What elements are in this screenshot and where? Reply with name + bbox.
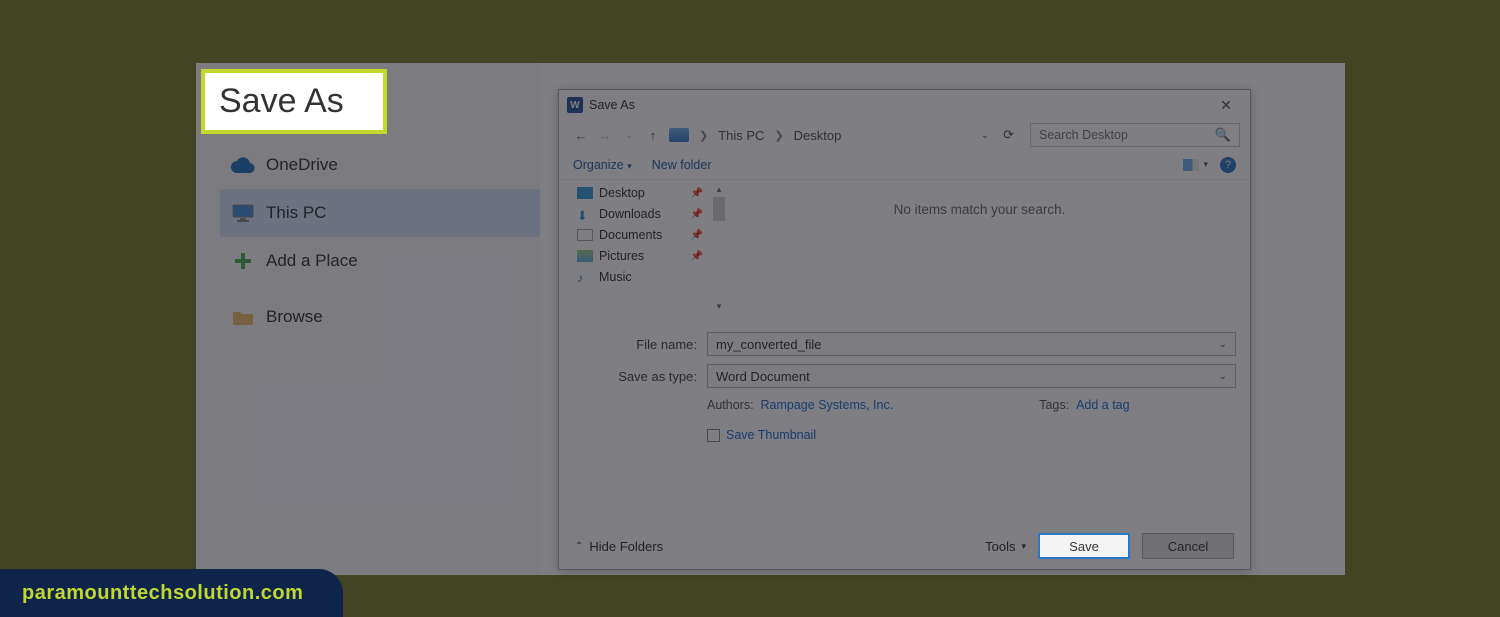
save-form: File name: my_converted_file ⌄ Save as t… xyxy=(559,326,1250,442)
tools-menu[interactable]: Tools ▾ xyxy=(985,539,1026,554)
pin-icon: 📌 xyxy=(691,188,703,199)
save-thumbnail-checkbox[interactable] xyxy=(707,429,720,442)
authors-label: Authors: xyxy=(707,398,754,412)
screenshot-canvas: Save As OneDrive This PC Add a Place xyxy=(196,63,1345,575)
sidebar-item-label: OneDrive xyxy=(266,155,338,175)
back-button[interactable]: ← xyxy=(569,128,593,143)
breadcrumb-dropdown-icon[interactable]: ⌄ xyxy=(973,130,997,141)
download-icon: ⬇ xyxy=(577,208,593,220)
caret-up-icon: ⌃ xyxy=(575,541,583,552)
plus-icon xyxy=(220,251,266,271)
close-button[interactable]: ✕ xyxy=(1210,95,1242,116)
tags-value[interactable]: Add a tag xyxy=(1076,398,1130,412)
page-title-text: Save As xyxy=(219,82,344,121)
save-thumbnail-label[interactable]: Save Thumbnail xyxy=(726,428,816,442)
dialog-toolbar: Organize ▾ New folder ▾ ? xyxy=(559,150,1250,180)
folder-icon xyxy=(220,309,266,325)
chevron-right-icon: ❯ xyxy=(774,129,783,142)
hide-folders-toggle[interactable]: ⌃ Hide Folders xyxy=(575,539,663,554)
search-input[interactable] xyxy=(1039,128,1211,142)
watermark-pill: paramounttechsolution.com xyxy=(0,569,343,617)
chevron-down-icon[interactable]: ⌄ xyxy=(1219,339,1227,350)
file-name-label: File name: xyxy=(573,337,697,352)
refresh-button[interactable]: ⟳ xyxy=(997,127,1020,143)
authors-value[interactable]: Rampage Systems, Inc. xyxy=(761,398,894,412)
caret-down-icon: ▾ xyxy=(1203,159,1208,170)
file-name-field[interactable]: my_converted_file ⌄ xyxy=(707,332,1236,356)
sidebar-item-label: This PC xyxy=(266,203,326,223)
pin-icon: 📌 xyxy=(691,230,703,241)
scroll-up-icon[interactable]: ▴ xyxy=(717,184,722,195)
up-button[interactable]: ↑ xyxy=(641,128,665,143)
breadcrumb-segment[interactable]: Desktop xyxy=(794,128,842,143)
document-icon xyxy=(577,229,593,241)
sidebar-item-onedrive[interactable]: OneDrive xyxy=(220,141,540,189)
tree-item-label: Documents xyxy=(599,228,662,242)
save-button[interactable]: Save xyxy=(1038,533,1130,559)
save-type-field[interactable]: Word Document ⌄ xyxy=(707,364,1236,388)
forward-button: → xyxy=(593,128,617,143)
tree-item-music[interactable]: ♪ Music xyxy=(577,270,709,284)
drive-icon xyxy=(669,128,689,142)
recent-dropdown-icon[interactable]: ⌄ xyxy=(617,130,641,141)
sidebar-item-browse[interactable]: Browse xyxy=(220,293,540,341)
word-app-icon: W xyxy=(567,97,583,113)
tree-scrollbar[interactable]: ▴ ▾ xyxy=(711,184,727,312)
tree-item-label: Downloads xyxy=(599,207,661,221)
address-bar: ← → ⌄ ↑ ❯ This PC ❯ Desktop ⌄ ⟳ 🔍 xyxy=(559,120,1250,150)
new-folder-button[interactable]: New folder xyxy=(652,158,712,172)
file-name-value: my_converted_file xyxy=(716,337,822,352)
tree-item-label: Pictures xyxy=(599,249,644,263)
cloud-icon xyxy=(220,157,266,173)
view-menu[interactable]: ▾ xyxy=(1183,159,1208,171)
view-icon xyxy=(1183,159,1199,171)
watermark-text: paramounttechsolution.com xyxy=(22,582,303,605)
desktop-icon xyxy=(577,187,593,199)
empty-state-text: No items match your search. xyxy=(894,202,1066,217)
file-list-area: No items match your search. xyxy=(709,180,1250,326)
organize-menu[interactable]: Organize ▾ xyxy=(573,158,632,172)
caret-down-icon: ▾ xyxy=(627,161,632,171)
search-icon: 🔍 xyxy=(1215,127,1231,143)
tree-item-label: Music xyxy=(599,270,632,284)
caret-down-icon: ▾ xyxy=(1021,541,1026,552)
tree-item-downloads[interactable]: ⬇ Downloads 📌 xyxy=(577,207,709,221)
tree-item-label: Desktop xyxy=(599,186,645,200)
search-box[interactable]: 🔍 xyxy=(1030,123,1240,147)
pin-icon: 📌 xyxy=(691,209,703,220)
scroll-thumb[interactable] xyxy=(713,197,725,221)
monitor-icon xyxy=(220,204,266,222)
scroll-down-icon[interactable]: ▾ xyxy=(717,301,722,312)
sidebar-item-label: Browse xyxy=(266,307,323,327)
save-type-value: Word Document xyxy=(716,369,810,384)
dialog-footer: ⌃ Hide Folders Tools ▾ Save Cancel xyxy=(559,523,1250,569)
save-type-label: Save as type: xyxy=(573,369,697,384)
page-title: Save As xyxy=(205,73,383,130)
help-button[interactable]: ? xyxy=(1220,157,1236,173)
sidebar-item-this-pc[interactable]: This PC xyxy=(220,189,540,237)
breadcrumb-segment[interactable]: This PC xyxy=(718,128,764,143)
save-as-dialog: W Save As ✕ ← → ⌄ ↑ ❯ This PC ❯ Desktop … xyxy=(558,89,1251,570)
chevron-right-icon: ❯ xyxy=(699,129,708,142)
tags-label: Tags: xyxy=(1039,398,1069,412)
music-icon: ♪ xyxy=(577,271,593,283)
picture-icon xyxy=(577,250,593,262)
dialog-title: Save As xyxy=(589,98,635,112)
sidebar-item-add-place[interactable]: Add a Place xyxy=(220,237,540,285)
save-as-sidebar: Save As OneDrive This PC Add a Place xyxy=(196,63,540,575)
cancel-button[interactable]: Cancel xyxy=(1142,533,1234,559)
sidebar-item-label: Add a Place xyxy=(266,251,358,271)
tree-item-documents[interactable]: Documents 📌 xyxy=(577,228,709,242)
tree-item-pictures[interactable]: Pictures 📌 xyxy=(577,249,709,263)
folder-tree: Desktop 📌 ⬇ Downloads 📌 Documents 📌 Pict… xyxy=(559,180,709,326)
chevron-down-icon[interactable]: ⌄ xyxy=(1219,371,1227,382)
pin-icon: 📌 xyxy=(691,251,703,262)
breadcrumb[interactable]: ❯ This PC ❯ Desktop xyxy=(669,128,841,143)
tree-item-desktop[interactable]: Desktop 📌 xyxy=(577,186,709,200)
